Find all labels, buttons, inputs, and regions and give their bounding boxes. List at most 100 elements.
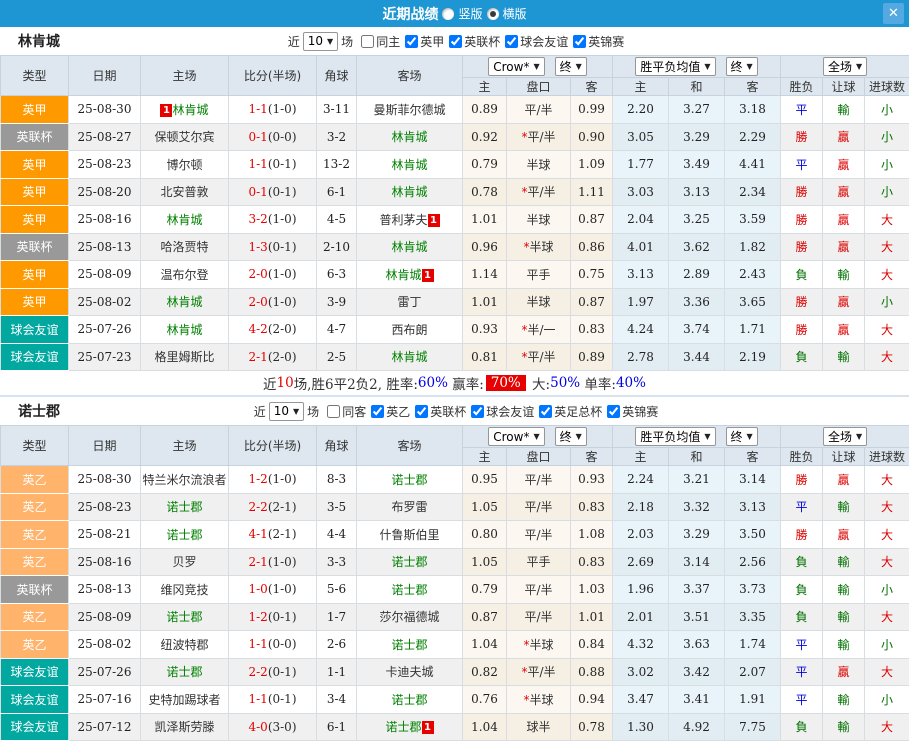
avg-home: 3.47 xyxy=(613,686,669,714)
same-venue-checkbox[interactable] xyxy=(327,405,340,418)
league-filter-1[interactable]: 英联杯 xyxy=(449,33,500,50)
subcol-header-4: 和 xyxy=(669,78,725,96)
league-filter-2-checkbox[interactable] xyxy=(471,405,484,418)
score: 2-2(2-1) xyxy=(229,493,317,521)
avg-draw: 3.44 xyxy=(669,343,725,371)
subcol-header-5: 客 xyxy=(725,448,781,466)
result-wdl: 勝 xyxy=(781,521,823,549)
final-select-2[interactable]: 终▼ xyxy=(726,57,758,76)
league-filter-3[interactable]: 英锦赛 xyxy=(573,33,624,50)
home-team-name: 史特加踢球者 xyxy=(148,693,220,707)
halftime-score: (1-0) xyxy=(268,555,297,569)
home-team: 哈洛贾特 xyxy=(141,233,229,261)
odds-home: 1.05 xyxy=(463,548,507,576)
league-filter-2-checkbox[interactable] xyxy=(505,35,518,48)
league-filter-0-checkbox[interactable] xyxy=(405,35,418,48)
avg-home: 2.03 xyxy=(613,521,669,549)
same-venue[interactable]: 同客 xyxy=(327,403,366,420)
avg-home: 2.24 xyxy=(613,466,669,494)
league-filter-1-checkbox[interactable] xyxy=(449,35,462,48)
result-handicap: 贏 xyxy=(823,288,865,316)
league-filter-3-checkbox[interactable] xyxy=(573,35,586,48)
league-filter-2[interactable]: 球会友谊 xyxy=(505,33,568,50)
same-venue-checkbox[interactable] xyxy=(361,35,374,48)
match-count-select[interactable]: 10▼ xyxy=(303,32,338,51)
corner-count: 6-3 xyxy=(317,261,357,289)
league-filter-3[interactable]: 英足总杯 xyxy=(539,403,602,420)
league-type-badge: 英甲 xyxy=(1,288,69,316)
odds-source-select[interactable]: Crow*▼ xyxy=(488,427,544,446)
layout-radio-1[interactable] xyxy=(487,8,499,20)
league-type-badge: 英乙 xyxy=(1,493,69,521)
league-filter-4-checkbox[interactable] xyxy=(607,405,620,418)
scope-select[interactable]: 全场▼ xyxy=(823,57,867,76)
avg-draw: 3.21 xyxy=(669,466,725,494)
close-button[interactable]: ✕ xyxy=(883,3,904,24)
away-team-name: 诺士郡 xyxy=(391,693,427,707)
final-select-1[interactable]: 终▼ xyxy=(555,57,587,76)
avg-away: 2.07 xyxy=(725,658,781,686)
red-card-badge: 1 xyxy=(428,214,440,227)
league-filter-4[interactable]: 英锦赛 xyxy=(607,403,658,420)
results-table: 类型日期主场比分(半场)角球客场Crow*▼终▼胜平负均值▼终▼全场▼主盘口客主… xyxy=(0,55,909,371)
avg-select[interactable]: 胜平负均值▼ xyxy=(635,427,715,446)
layout-radio-0[interactable] xyxy=(442,8,454,20)
result-goals: 小 xyxy=(865,96,909,124)
league-filter-3-checkbox[interactable] xyxy=(539,405,552,418)
scope-group-controls: 全场▼ xyxy=(781,427,909,446)
league-filter-1[interactable]: 英联杯 xyxy=(415,403,466,420)
final-select-1[interactable]: 终▼ xyxy=(555,427,587,446)
score: 2-0(1-0) xyxy=(229,288,317,316)
score: 2-1(2-0) xyxy=(229,343,317,371)
match-date: 25-07-23 xyxy=(69,343,141,371)
match-date: 25-08-09 xyxy=(69,603,141,631)
col-header-5: 客场 xyxy=(357,56,463,96)
avg-draw: 4.92 xyxy=(669,713,725,741)
odds-group-controls: Crow*▼ 终▼ xyxy=(463,57,612,76)
match-date: 25-08-16 xyxy=(69,548,141,576)
result-goals: 大 xyxy=(865,466,909,494)
league-filter-2[interactable]: 球会友谊 xyxy=(471,403,534,420)
odds-source-select[interactable]: Crow*▼ xyxy=(488,57,544,76)
col-header-2: 主场 xyxy=(141,56,229,96)
league-filter-0[interactable]: 英乙 xyxy=(371,403,410,420)
avg-home: 1.96 xyxy=(613,576,669,604)
star-marker: * xyxy=(521,130,527,144)
avg-home: 1.30 xyxy=(613,713,669,741)
layout-radio-label-1[interactable]: 横版 xyxy=(503,5,527,22)
layout-radio-label-0[interactable]: 竖版 xyxy=(458,5,482,22)
score: 1-1(0-1) xyxy=(229,686,317,714)
final-select-2[interactable]: 终▼ xyxy=(726,427,758,446)
subcol-header-3: 主 xyxy=(613,78,669,96)
fulltime-score: 1-0 xyxy=(248,582,267,596)
league-filter-0-checkbox[interactable] xyxy=(371,405,384,418)
team-title: 诺士郡 xyxy=(18,401,60,421)
fulltime-score: 1-2 xyxy=(248,610,267,624)
avg-draw: 3.74 xyxy=(669,316,725,344)
same-venue[interactable]: 同主 xyxy=(361,33,400,50)
league-filter-1-checkbox[interactable] xyxy=(415,405,428,418)
corner-count: 4-7 xyxy=(317,316,357,344)
home-team: 格里姆斯比 xyxy=(141,343,229,371)
odds-home: 0.92 xyxy=(463,123,507,151)
fulltime-score: 2-1 xyxy=(248,555,267,569)
home-team-name: 维冈竞技 xyxy=(160,583,208,597)
fulltime-score: 2-0 xyxy=(248,267,267,281)
league-filter-0[interactable]: 英甲 xyxy=(405,33,444,50)
away-team: 诺士郡1 xyxy=(357,713,463,741)
fulltime-score: 2-2 xyxy=(248,500,267,514)
odds-group-header: Crow*▼ 终▼ xyxy=(463,56,613,78)
halftime-score: (0-1) xyxy=(268,692,297,706)
result-goals: 小 xyxy=(865,288,909,316)
fulltime-score: 3-2 xyxy=(248,212,267,226)
away-team: 西布朗 xyxy=(357,316,463,344)
avg-select[interactable]: 胜平负均值▼ xyxy=(635,57,715,76)
layout-radio-group: 竖版 横版 xyxy=(442,5,526,22)
away-team-name: 林肯城 xyxy=(391,240,427,254)
match-count-select[interactable]: 10▼ xyxy=(269,402,304,421)
red-card-badge: 1 xyxy=(160,104,172,117)
scope-select[interactable]: 全场▼ xyxy=(823,427,867,446)
col-header-0: 类型 xyxy=(1,56,69,96)
same-venue-label: 同主 xyxy=(376,33,400,50)
handicap: 平/半 xyxy=(507,493,571,521)
